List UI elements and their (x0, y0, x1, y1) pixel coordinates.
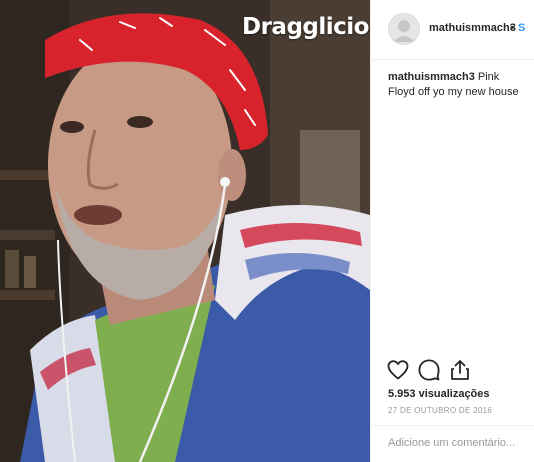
header-separator: • (510, 22, 514, 34)
view-count[interactable]: 5.953 visualizações (388, 388, 490, 400)
comment-button[interactable] (417, 358, 441, 382)
post-caption: mathuismmach3 Pink Floyd off yo my new h… (388, 70, 528, 100)
comment-icon (418, 359, 440, 381)
post-sidebar: mathuismmach3 • S mathuismmach3 Pink Flo… (370, 0, 534, 462)
heart-icon (387, 360, 409, 380)
header-username[interactable]: mathuismmach3 (429, 22, 516, 34)
share-button[interactable] (448, 358, 472, 382)
post-header: mathuismmach3 • S (371, 0, 534, 60)
watermark-logo: Dragglicious (242, 14, 370, 40)
post-date[interactable]: 27 DE OUTUBRO DE 2016 (388, 406, 492, 415)
avatar-placeholder-icon (393, 20, 415, 42)
follow-button[interactable]: S (518, 22, 525, 34)
share-icon (451, 360, 469, 380)
post-video[interactable]: Dragglicious (0, 0, 370, 462)
avatar[interactable] (388, 13, 420, 45)
caption-username[interactable]: mathuismmach3 (388, 71, 475, 83)
video-frame (0, 0, 370, 462)
comment-input[interactable] (388, 434, 528, 452)
instagram-post: Dragglicious mathuismmach3 • S mathuismm… (0, 0, 534, 462)
comment-bar (371, 425, 534, 462)
like-button[interactable] (386, 358, 410, 382)
